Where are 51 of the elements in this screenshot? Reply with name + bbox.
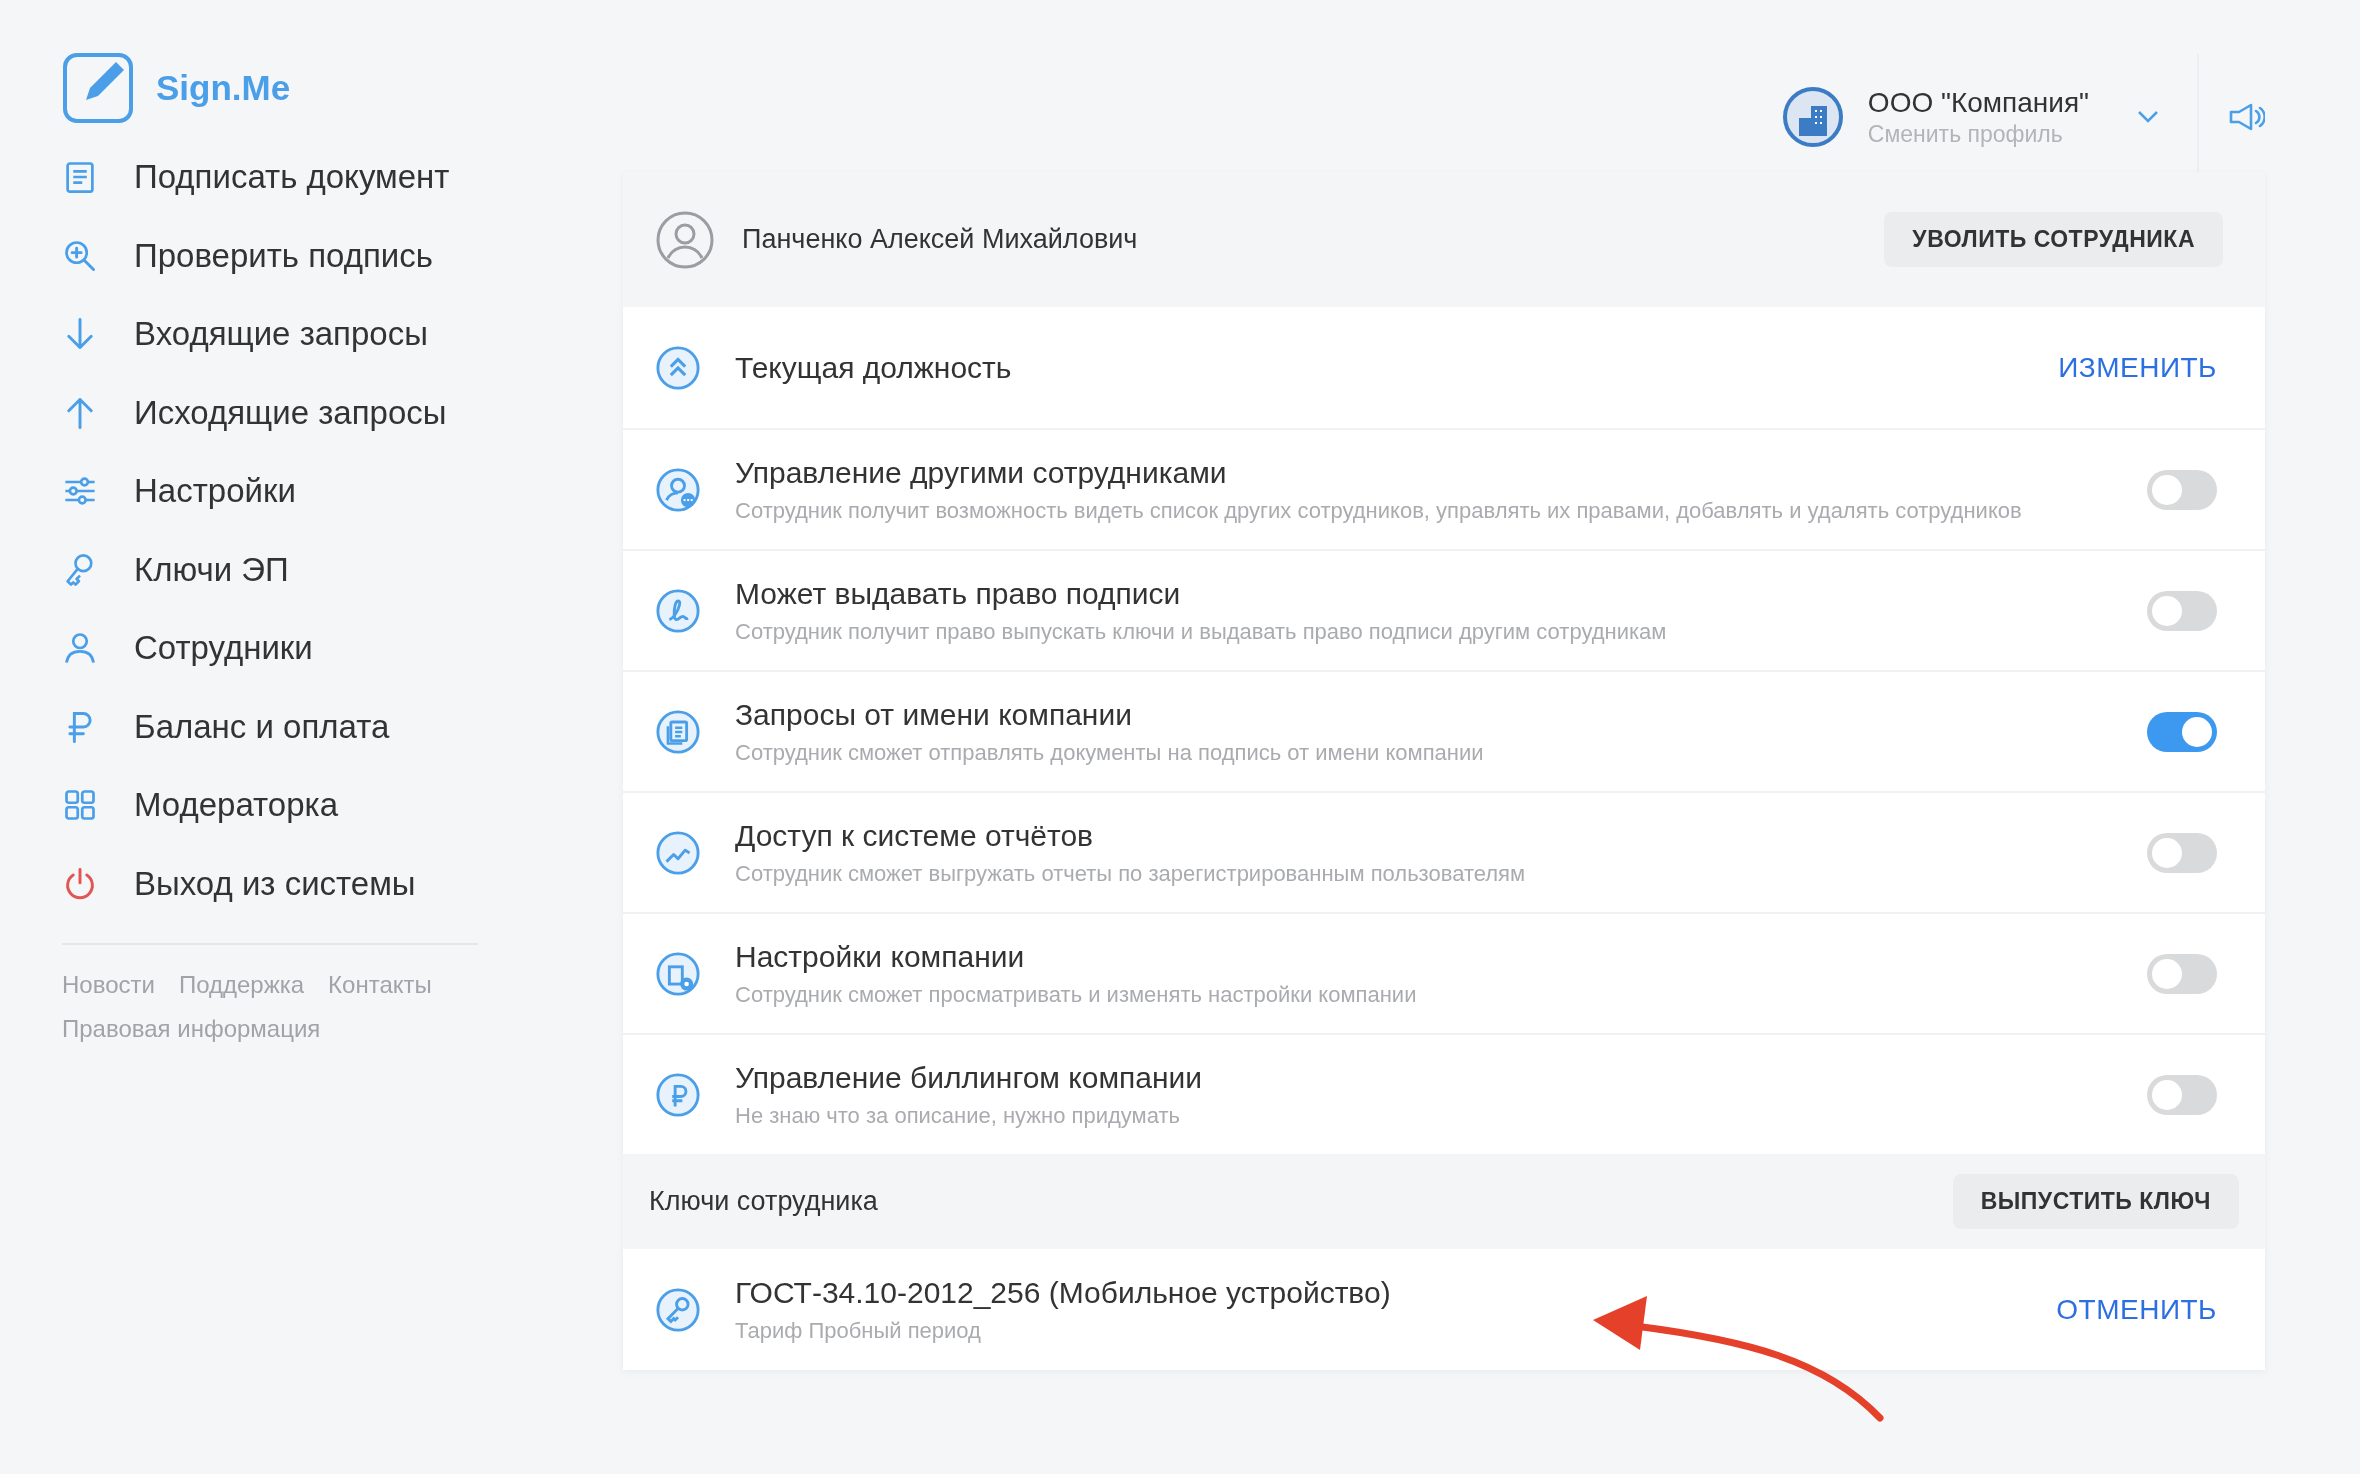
sidebar-item[interactable]: Настройки <box>62 452 500 531</box>
toggle-switch[interactable] <box>2147 832 2217 873</box>
sidebar-item[interactable]: Подписать документ <box>62 138 500 217</box>
permission-title: Управление биллингом компании <box>735 1060 1204 1095</box>
toggle-switch[interactable] <box>2147 953 2217 994</box>
permission-title: Управление другими сотрудниками <box>735 455 1228 490</box>
sidebar-item[interactable]: Модераторка <box>62 766 500 845</box>
sidebar-item[interactable]: Выход из системы <box>62 844 500 923</box>
company-name: ООО "Компания" <box>1867 86 2089 119</box>
keys-section-title: Ключи сотрудника <box>649 1186 879 1217</box>
issue-key-button[interactable]: ВЫПУСТИТЬ КЛЮЧ <box>1952 1174 2239 1229</box>
sidebar-item[interactable]: Ключи ЭП <box>62 530 500 609</box>
building-gear-icon <box>655 950 701 997</box>
cancel-link[interactable]: ОТМЕНИТЬ <box>2056 1293 2217 1326</box>
key-tariff: Тариф Пробный период <box>735 1317 982 1344</box>
toggle-switch[interactable] <box>2147 711 2217 752</box>
ruble-icon <box>655 1071 701 1118</box>
chevron-down-icon[interactable] <box>2137 110 2159 124</box>
fire-employee-button[interactable]: УВОЛИТЬ СОТРУДНИКА <box>1884 212 2223 267</box>
logo-pen-icon <box>62 52 134 124</box>
toggle-switch[interactable] <box>2147 469 2217 510</box>
sidebar-item[interactable]: Сотрудники <box>62 609 500 688</box>
position-label: Текущая должность <box>735 350 1013 385</box>
permission-title: Может выдавать право подписи <box>735 576 1182 611</box>
toggle-switch[interactable] <box>2147 590 2217 631</box>
user-chat-icon <box>655 466 701 513</box>
permission-description: Сотрудник сможет просматривать и изменять настройки компании <box>735 981 1418 1008</box>
chevrons-up-icon <box>655 344 701 391</box>
sidebar-item[interactable]: Баланс и оплата <box>62 687 500 766</box>
sidebar-item[interactable]: Проверить подпись <box>62 216 500 295</box>
megaphone-icon[interactable] <box>2227 102 2265 132</box>
documents-icon <box>655 708 701 755</box>
permission-description: Сотрудник получит возможность видеть список других сотрудников, управлять их правами, добавлять и удалять сотрудников <box>735 497 2023 524</box>
key-icon <box>655 1286 701 1333</box>
permission-title: Запросы от имени компании <box>735 697 1133 732</box>
permission-title: Доступ к системе отчётов <box>735 818 1095 853</box>
toggle-switch[interactable] <box>2147 1074 2217 1115</box>
employee-name: Панченко Алексей Михайлович <box>742 224 1139 255</box>
building-avatar-icon <box>1781 86 1844 148</box>
user-avatar-icon <box>655 209 715 270</box>
logo-text: Sign.Me <box>156 68 291 108</box>
permission-description: Сотрудник сможет отправлять документы на подпись от имени компании <box>735 739 1485 766</box>
change-link[interactable]: ИЗМЕНИТЬ <box>2058 351 2217 384</box>
signature-icon <box>655 587 701 634</box>
permission-description: Сотрудник сможет выгружать отчеты по зарегистрированным пользователям <box>735 860 1527 887</box>
permission-title: Настройки компании <box>735 939 1026 974</box>
key-name: ГОСТ-34.10-2012_256 (Мобильное устройство) <box>735 1275 1392 1310</box>
permission-description: Сотрудник получит право выпускать ключи и выдавать право подписи другим сотрудникам <box>735 618 1668 645</box>
sidebar-item[interactable]: Входящие запросы <box>62 295 500 374</box>
permission-description: Не знаю что за описание, нужно придумать <box>735 1102 1182 1129</box>
sidebar-item[interactable]: Исходящие запросы <box>62 373 500 452</box>
